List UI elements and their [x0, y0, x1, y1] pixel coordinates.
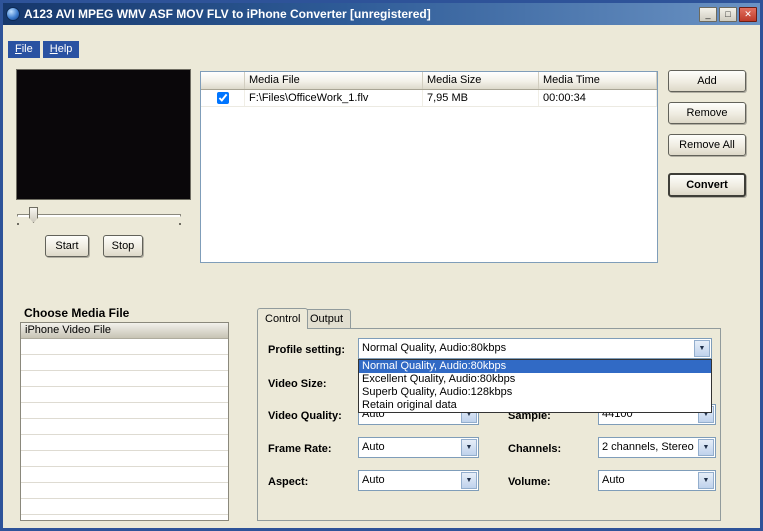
app-icon: [6, 7, 20, 21]
profile-setting-value: Normal Quality, Audio:80kbps: [362, 342, 507, 354]
video-quality-label: Video Quality:: [268, 410, 342, 422]
header-checkbox-column[interactable]: [201, 72, 245, 89]
dropdown-arrow-icon[interactable]: ▼: [698, 439, 714, 456]
channels-label: Channels:: [508, 443, 562, 455]
media-file-cell: F:\Files\OfficeWork_1.flv: [245, 90, 423, 106]
frame-rate-value: Auto: [362, 441, 385, 453]
titlebar[interactable]: A123 AVI MPEG WMV ASF MOV FLV to iPhone …: [3, 3, 760, 25]
media-row-check-cell: [201, 90, 245, 106]
minimize-button[interactable]: _: [699, 6, 717, 22]
start-button[interactable]: Start: [45, 235, 89, 257]
option-excellent-quality[interactable]: Excellent Quality, Audio:80kbps: [359, 373, 711, 386]
media-row-checkbox[interactable]: [216, 92, 229, 104]
dropdown-arrow-icon[interactable]: ▼: [461, 472, 477, 489]
stop-button[interactable]: Stop: [103, 235, 143, 257]
media-type-listbox[interactable]: iPhone Video File: [20, 322, 229, 521]
menu-file[interactable]: File: [8, 41, 40, 58]
dropdown-arrow-icon[interactable]: ▼: [461, 439, 477, 456]
dropdown-arrow-icon[interactable]: ▼: [694, 340, 710, 357]
menu-bar: File Help: [8, 41, 80, 58]
list-item-iphone-video-file[interactable]: iPhone Video File: [21, 323, 228, 339]
media-time-cell: 00:00:34: [539, 90, 657, 106]
remove-button[interactable]: Remove: [668, 102, 746, 124]
choose-media-file-label: Choose Media File: [24, 306, 130, 320]
option-retain-original[interactable]: Retain original data: [359, 399, 711, 412]
tab-control[interactable]: Control: [257, 308, 309, 329]
channels-combobox[interactable]: 2 channels, Stereo ▼: [598, 437, 716, 458]
header-filler: [657, 72, 665, 89]
profile-setting-label: Profile setting:: [268, 344, 346, 356]
volume-label: Volume:: [508, 476, 551, 488]
media-size-cell: 7,95 MB: [423, 90, 539, 106]
menu-help[interactable]: Help: [42, 41, 80, 58]
media-row[interactable]: F:\Files\OfficeWork_1.flv 7,95 MB 00:00:…: [201, 90, 657, 107]
video-preview: [16, 69, 191, 200]
add-button[interactable]: Add: [668, 70, 746, 92]
aspect-value: Auto: [362, 474, 385, 486]
aspect-label: Aspect:: [268, 476, 309, 488]
volume-combobox[interactable]: Auto ▼: [598, 470, 716, 491]
tab-output[interactable]: Output: [302, 309, 352, 328]
window-title: A123 AVI MPEG WMV ASF MOV FLV to iPhone …: [24, 7, 431, 21]
profile-setting-combobox[interactable]: Normal Quality, Audio:80kbps ▼: [358, 338, 712, 359]
header-media-file[interactable]: Media File: [245, 72, 423, 89]
convert-button[interactable]: Convert: [668, 173, 746, 197]
media-list[interactable]: Media File Media Size Media Time F:\File…: [200, 71, 658, 263]
frame-rate-combobox[interactable]: Auto ▼: [358, 437, 479, 458]
aspect-combobox[interactable]: Auto ▼: [358, 470, 479, 491]
channels-value: 2 channels, Stereo: [602, 441, 694, 453]
maximize-button[interactable]: □: [719, 6, 737, 22]
media-list-header: Media File Media Size Media Time: [201, 72, 657, 90]
slider-track: [17, 214, 181, 217]
option-normal-quality[interactable]: Normal Quality, Audio:80kbps: [359, 360, 711, 373]
dropdown-arrow-icon[interactable]: ▼: [698, 472, 714, 489]
seek-slider[interactable]: [15, 205, 183, 225]
slider-thumb[interactable]: [29, 207, 38, 223]
profile-options-list: Normal Quality, Audio:80kbps Excellent Q…: [358, 359, 712, 413]
app-window: A123 AVI MPEG WMV ASF MOV FLV to iPhone …: [0, 0, 763, 531]
window-controls: _ □ ✕: [699, 6, 757, 22]
header-media-size[interactable]: Media Size: [423, 72, 539, 89]
volume-value: Auto: [602, 474, 625, 486]
close-button[interactable]: ✕: [739, 6, 757, 22]
video-size-label: Video Size:: [268, 378, 327, 390]
option-superb-quality[interactable]: Superb Quality, Audio:128kbps: [359, 386, 711, 399]
remove-all-button[interactable]: Remove All: [668, 134, 746, 156]
frame-rate-label: Frame Rate:: [268, 443, 332, 455]
header-media-time[interactable]: Media Time: [539, 72, 657, 89]
